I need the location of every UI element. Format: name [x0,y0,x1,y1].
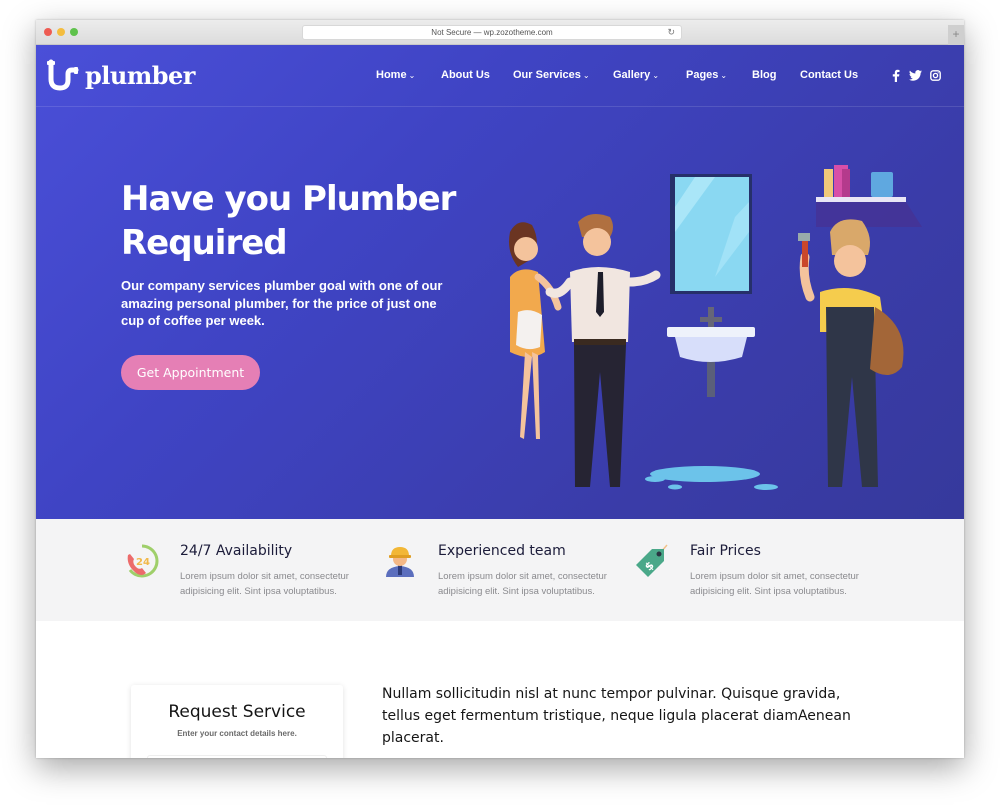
address-bar[interactable]: Not Secure — wp.zozotheme.com ↻ [302,25,682,40]
shelf-illustration [816,165,922,227]
hero-section: plumber Home ⌄ About Us Our Services ⌄ Gal… [36,45,964,519]
reload-icon[interactable]: ↻ [667,26,675,39]
nav-label: Contact Us [800,69,859,81]
content-section: Request Service Enter your contact detai… [36,621,964,758]
request-service-subtitle: Enter your contact details here. [177,729,297,738]
svg-text:24: 24 [136,557,150,568]
nav-label: Gallery [613,69,651,81]
nav-label: Blog [752,69,777,81]
chevron-down-icon: ⌄ [720,71,728,80]
price-tag-icon: $ [636,544,668,577]
brand-name: plumber [85,60,195,90]
browser-toolbar: Not Secure — wp.zozotheme.com ↻ + [36,20,964,45]
woman-illustration [509,222,562,439]
feature-title: 24/7 Availability [180,543,293,559]
feature-description: Lorem ipsum dolor sit amet, consectetur … [180,571,349,597]
request-service-card: Request Service Enter your contact detai… [131,685,343,758]
water-puddle-illustration [645,466,778,490]
address-text: Not Secure — wp.zozotheme.com [431,28,553,37]
businessman-illustration [545,213,661,487]
new-tab-button[interactable]: + [948,25,964,45]
nav-item-contact-us[interactable]: Contact Us [800,69,858,81]
feature-description: Lorem ipsum dolor sit amet, consectetur … [438,571,607,597]
intro-paragraph: Nullam sollicitudin nisl at nunc tempor … [382,686,851,746]
maximize-window-button[interactable] [70,28,78,36]
worker-icon [386,547,414,577]
browser-window: Not Secure — wp.zozotheme.com ↻ + plumbe… [36,20,964,758]
hero-title: Have you Plumber Required [121,179,456,263]
minimize-window-button[interactable] [57,28,65,36]
nav-item-pages[interactable]: Pages ⌄ [686,69,727,81]
nav-label: Home [376,69,407,81]
nav-item-blog[interactable]: Blog [752,69,776,81]
instagram-icon[interactable] [930,70,941,81]
nav-label: Our Services [513,69,581,81]
hero-subtitle: Our company services plumber goal with o… [121,278,443,328]
twitter-icon[interactable] [909,70,922,81]
chevron-down-icon: ⌄ [408,71,416,80]
chevron-down-icon: ⌄ [652,71,660,80]
site-header: plumber Home ⌄ About Us Our Services ⌄ Gal… [36,45,964,107]
facebook-icon[interactable] [891,69,901,82]
feature-title: Fair Prices [690,543,761,559]
nav-item-our-services[interactable]: Our Services ⌄ [513,69,590,81]
sink-illustration [667,307,755,397]
features-section: 24 24/7 Availability Lorem ipsum dolor s… [36,519,964,621]
nav-item-about-us[interactable]: About Us [441,69,490,81]
contact-name-field[interactable] [147,755,327,758]
nav-item-gallery[interactable]: Gallery ⌄ [613,69,659,81]
request-service-title: Request Service [168,702,306,722]
nav-label: Pages [686,69,719,81]
nav-item-home[interactable]: Home ⌄ [376,69,415,81]
nav-label: About Us [441,69,490,81]
chevron-down-icon: ⌄ [582,71,590,80]
get-appointment-button[interactable]: Get Appointment [121,355,260,390]
pipe-icon [47,59,79,91]
mirror-illustration [670,174,752,294]
feature-description: Lorem ipsum dolor sit amet, consectetur … [690,571,859,597]
close-window-button[interactable] [44,28,52,36]
plumber-bathroom-illustration [509,165,922,490]
24-hour-phone-icon: 24 [127,544,159,578]
site-logo[interactable]: plumber [46,59,195,91]
feature-title: Experienced team [438,543,566,559]
plumber-illustration [798,219,904,487]
plus-icon: + [952,27,960,41]
